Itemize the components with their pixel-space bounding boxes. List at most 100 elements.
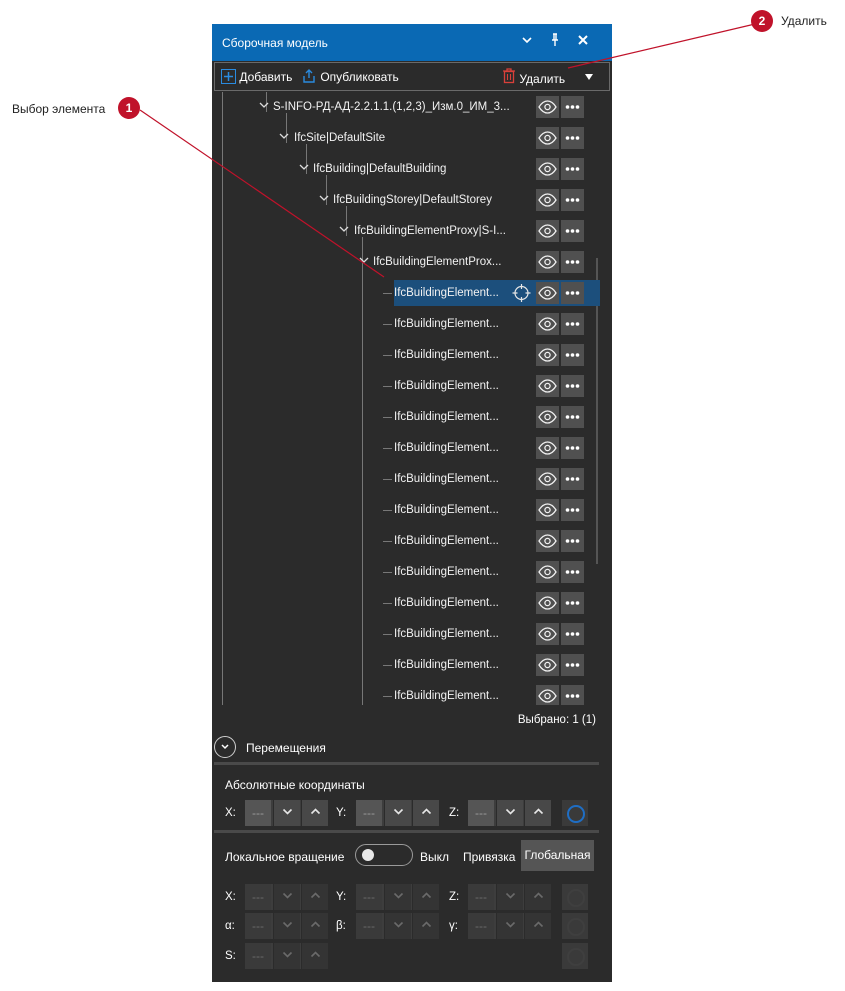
tree-row[interactable]: IfcBuildingElement... (212, 371, 612, 402)
visibility-eye-icon[interactable] (536, 530, 559, 552)
coordinate-value[interactable]: --- (356, 913, 382, 939)
visibility-eye-icon[interactable] (536, 406, 559, 428)
tree-row[interactable]: IfcBuildingElement... (212, 557, 612, 588)
coordinate-spin-field[interactable]: --- (468, 800, 551, 826)
visibility-eye-icon[interactable] (536, 592, 559, 614)
tree-row[interactable]: S-INFO-РД-АД-2.2.1.1.(1,2,3)_Изм.0_ИМ_3.… (212, 92, 612, 123)
increment-chevron-up-icon[interactable] (524, 800, 551, 826)
tree-row[interactable]: IfcBuildingElement... (212, 526, 612, 557)
expand-chevron-icon[interactable] (358, 255, 370, 267)
increment-chevron-up-icon[interactable] (524, 884, 551, 910)
visibility-eye-icon[interactable] (536, 220, 559, 242)
coordinate-value[interactable]: --- (245, 884, 271, 910)
more-options-icon[interactable] (561, 654, 584, 676)
tree-row[interactable]: IfcBuildingElement... (212, 340, 612, 371)
more-options-icon[interactable] (561, 189, 584, 211)
coordinate-spin-field[interactable]: --- (245, 800, 328, 826)
tree-row[interactable]: IfcBuildingElementProxy|S-I... (212, 216, 612, 247)
coordinate-value[interactable]: --- (245, 913, 271, 939)
more-options-icon[interactable] (561, 592, 584, 614)
tree-row[interactable]: IfcBuildingElement... (212, 681, 612, 705)
more-options-icon[interactable] (561, 344, 584, 366)
local-rotation-toggle[interactable] (355, 844, 413, 866)
visibility-eye-icon[interactable] (536, 499, 559, 521)
visibility-eye-icon[interactable] (536, 437, 559, 459)
publish-button[interactable]: Опубликовать (301, 68, 399, 86)
tree-row[interactable]: IfcBuildingElement... (212, 402, 612, 433)
more-options-icon[interactable] (561, 96, 584, 118)
visibility-eye-icon[interactable] (536, 282, 559, 304)
tree-row[interactable]: IfcBuilding|DefaultBuilding (212, 154, 612, 185)
decrement-chevron-down-icon[interactable] (384, 800, 411, 826)
visibility-eye-icon[interactable] (536, 623, 559, 645)
binding-select[interactable]: Глобальная (521, 840, 594, 871)
chevron-down-icon[interactable] (518, 33, 536, 51)
tree-row[interactable]: IfcBuildingElement... (212, 464, 612, 495)
more-options-icon[interactable] (561, 499, 584, 521)
chevron-down-icon[interactable] (214, 736, 236, 758)
more-options-icon[interactable] (561, 530, 584, 552)
more-options-icon[interactable] (561, 406, 584, 428)
movement-section-header[interactable]: Перемещения (212, 736, 612, 760)
coordinate-value[interactable]: --- (468, 884, 494, 910)
tree-row[interactable]: IfcBuildingElementProx... (212, 247, 612, 278)
more-options-icon[interactable] (561, 282, 584, 304)
visibility-eye-icon[interactable] (536, 158, 559, 180)
reset-rotate-icon[interactable] (562, 800, 588, 826)
coordinate-value[interactable]: --- (468, 800, 494, 826)
tree-row[interactable]: IfcBuildingElement... (212, 433, 612, 464)
more-options-icon[interactable] (561, 220, 584, 242)
expand-chevron-icon[interactable] (318, 193, 330, 205)
decrement-chevron-down-icon[interactable] (496, 884, 523, 910)
expand-chevron-icon[interactable] (278, 131, 290, 143)
tree-row[interactable]: IfcBuildingElement... (212, 309, 612, 340)
expand-chevron-icon[interactable] (338, 224, 350, 236)
decrement-chevron-down-icon[interactable] (496, 913, 523, 939)
more-options-icon[interactable] (561, 313, 584, 335)
delete-button[interactable]: Удалить (502, 68, 565, 86)
decrement-chevron-down-icon[interactable] (273, 884, 300, 910)
tree-row[interactable]: IfcBuildingElement... (212, 278, 612, 309)
coordinate-value[interactable]: --- (356, 884, 382, 910)
decrement-chevron-down-icon[interactable] (384, 913, 411, 939)
add-button[interactable]: Добавить (221, 68, 292, 86)
tree-row[interactable]: IfcBuildingElement... (212, 650, 612, 681)
coordinate-value[interactable]: --- (245, 943, 271, 969)
dropdown-triangle-icon[interactable] (584, 69, 594, 87)
increment-chevron-up-icon[interactable] (412, 884, 439, 910)
visibility-eye-icon[interactable] (536, 375, 559, 397)
more-options-icon[interactable] (561, 158, 584, 180)
tree-row[interactable]: IfcBuildingElement... (212, 588, 612, 619)
more-options-icon[interactable] (561, 623, 584, 645)
coordinate-spin-field[interactable]: --- (245, 884, 328, 910)
coordinate-spin-field[interactable]: --- (245, 913, 328, 939)
close-icon[interactable] (574, 33, 592, 51)
more-options-icon[interactable] (561, 437, 584, 459)
increment-chevron-up-icon[interactable] (301, 884, 328, 910)
reset-rotate-icon[interactable] (562, 913, 588, 939)
decrement-chevron-down-icon[interactable] (273, 800, 300, 826)
tree-row[interactable]: IfcSite|DefaultSite (212, 123, 612, 154)
visibility-eye-icon[interactable] (536, 468, 559, 490)
visibility-eye-icon[interactable] (536, 313, 559, 335)
increment-chevron-up-icon[interactable] (524, 913, 551, 939)
coordinate-spin-field[interactable]: --- (468, 913, 551, 939)
tree-row[interactable]: IfcBuildingStorey|DefaultStorey (212, 185, 612, 216)
visibility-eye-icon[interactable] (536, 96, 559, 118)
coordinate-spin-field[interactable]: --- (245, 943, 328, 969)
locate-target-icon[interactable] (510, 282, 533, 304)
decrement-chevron-down-icon[interactable] (384, 884, 411, 910)
visibility-eye-icon[interactable] (536, 561, 559, 583)
more-options-icon[interactable] (561, 685, 584, 705)
visibility-eye-icon[interactable] (536, 251, 559, 273)
reset-rotate-icon[interactable] (562, 943, 588, 969)
more-options-icon[interactable] (561, 127, 584, 149)
coordinate-value[interactable]: --- (245, 800, 271, 826)
visibility-eye-icon[interactable] (536, 344, 559, 366)
increment-chevron-up-icon[interactable] (301, 913, 328, 939)
tree-row[interactable]: IfcBuildingElement... (212, 619, 612, 650)
expand-chevron-icon[interactable] (298, 162, 310, 174)
more-options-icon[interactable] (561, 251, 584, 273)
decrement-chevron-down-icon[interactable] (273, 943, 300, 969)
coordinate-value[interactable]: --- (468, 913, 494, 939)
